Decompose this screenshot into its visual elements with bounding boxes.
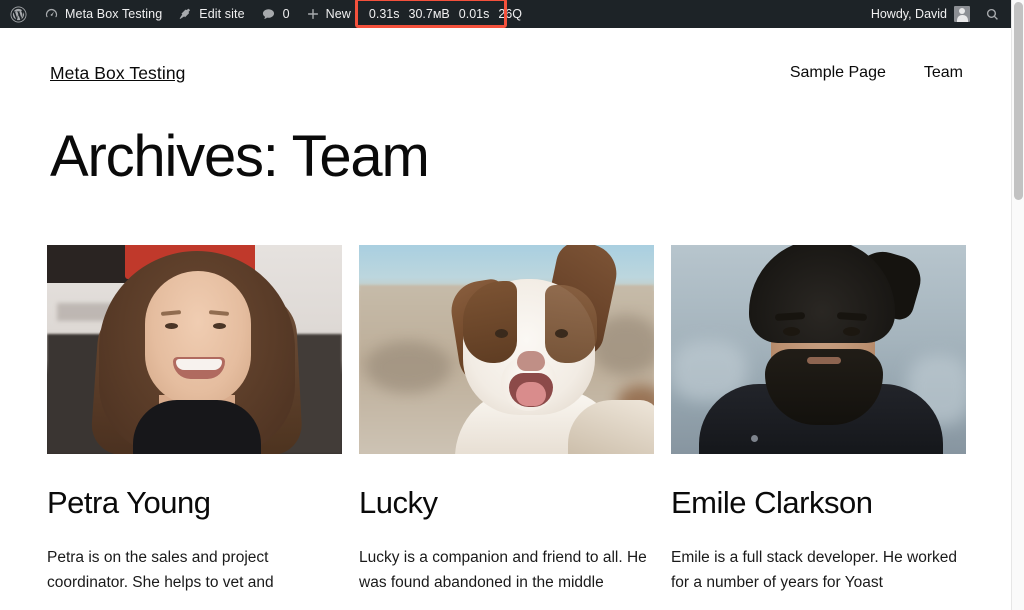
wp-logo-menu[interactable] — [0, 0, 36, 28]
photo-clothing — [133, 400, 261, 455]
photo-lips — [807, 357, 841, 365]
performance-stats-group[interactable]: 0.31s 30.7мB 0.01s 26Q — [354, 0, 530, 28]
site-header: Meta Box Testing Sample Page Team — [0, 28, 1011, 90]
perf-memory: 30.7мB — [408, 7, 450, 21]
avatar — [954, 6, 970, 22]
performance-stats[interactable]: 0.31s 30.7мB 0.01s 26Q — [361, 0, 530, 28]
comment-bubble-icon — [261, 7, 276, 22]
member-name: Petra Young — [47, 485, 211, 521]
team-member-card: Emile Clarkson Emile is a full stack dev… — [671, 245, 966, 594]
plus-icon — [306, 7, 320, 21]
adminbar-spacer — [532, 0, 861, 28]
page-title: Archives: Team — [50, 124, 430, 189]
search-icon — [985, 7, 1000, 22]
scrollbar-thumb[interactable] — [1014, 2, 1023, 200]
nav-item-team[interactable]: Team — [924, 64, 963, 82]
comments-count: 0 — [282, 6, 290, 21]
site-title[interactable]: Meta Box Testing — [50, 63, 186, 84]
member-bio: Emile is a full stack developer. He work… — [671, 548, 958, 591]
nav-item-sample-page[interactable]: Sample Page — [790, 64, 886, 82]
team-member-card: Lucky Lucky is a companion and friend to… — [359, 245, 654, 594]
team-archive-grid: Petra Young Petra is on the sales and pr… — [47, 245, 1011, 594]
member-photo-lucky[interactable] — [359, 245, 654, 455]
member-photo-emile-clarkson[interactable] — [671, 245, 966, 455]
wp-admin-bar: Meta Box Testing Edit site 0 New 0.31s 3… — [0, 0, 1011, 28]
howdy-label: Howdy, David — [870, 7, 947, 21]
site-content: Meta Box Testing Sample Page Team Archiv… — [0, 28, 1011, 610]
perf-query-time: 0.01s — [458, 7, 490, 21]
admin-search-button[interactable] — [978, 0, 1011, 28]
edit-site-pin-icon — [178, 7, 193, 22]
member-bio: Petra is on the sales and project coordi… — [47, 548, 274, 591]
member-photo-petra-young[interactable] — [47, 245, 342, 455]
account-menu[interactable]: Howdy, David — [861, 0, 978, 28]
site-name-label: Meta Box Testing — [65, 6, 163, 21]
edit-site-label: Edit site — [199, 6, 245, 21]
wordpress-logo-icon — [10, 6, 27, 23]
member-name: Lucky — [359, 485, 438, 521]
comments-menu[interactable]: 0 — [253, 0, 298, 28]
perf-load-time: 0.31s — [368, 7, 400, 21]
dashboard-speedometer-icon — [44, 7, 59, 22]
team-member-card: Petra Young Petra is on the sales and pr… — [47, 245, 342, 594]
photo-hair — [749, 245, 895, 344]
member-bio: Lucky is a companion and friend to all. … — [359, 548, 647, 591]
photo-face — [145, 271, 251, 406]
photo-tongue — [516, 382, 546, 407]
new-content-label: New — [325, 6, 351, 21]
perf-queries: 26Q — [498, 7, 522, 21]
member-name: Emile Clarkson — [671, 485, 873, 521]
browser-page: Meta Box Testing Edit site 0 New 0.31s 3… — [0, 0, 1024, 610]
edit-site-button[interactable]: Edit site — [170, 0, 252, 28]
vertical-scrollbar[interactable] — [1011, 0, 1024, 610]
photo-teeth — [176, 359, 222, 371]
new-content-button[interactable]: New — [298, 0, 359, 28]
photo-nose — [517, 351, 545, 372]
primary-navigation: Sample Page Team — [790, 64, 963, 82]
site-name-menu[interactable]: Meta Box Testing — [36, 0, 170, 28]
